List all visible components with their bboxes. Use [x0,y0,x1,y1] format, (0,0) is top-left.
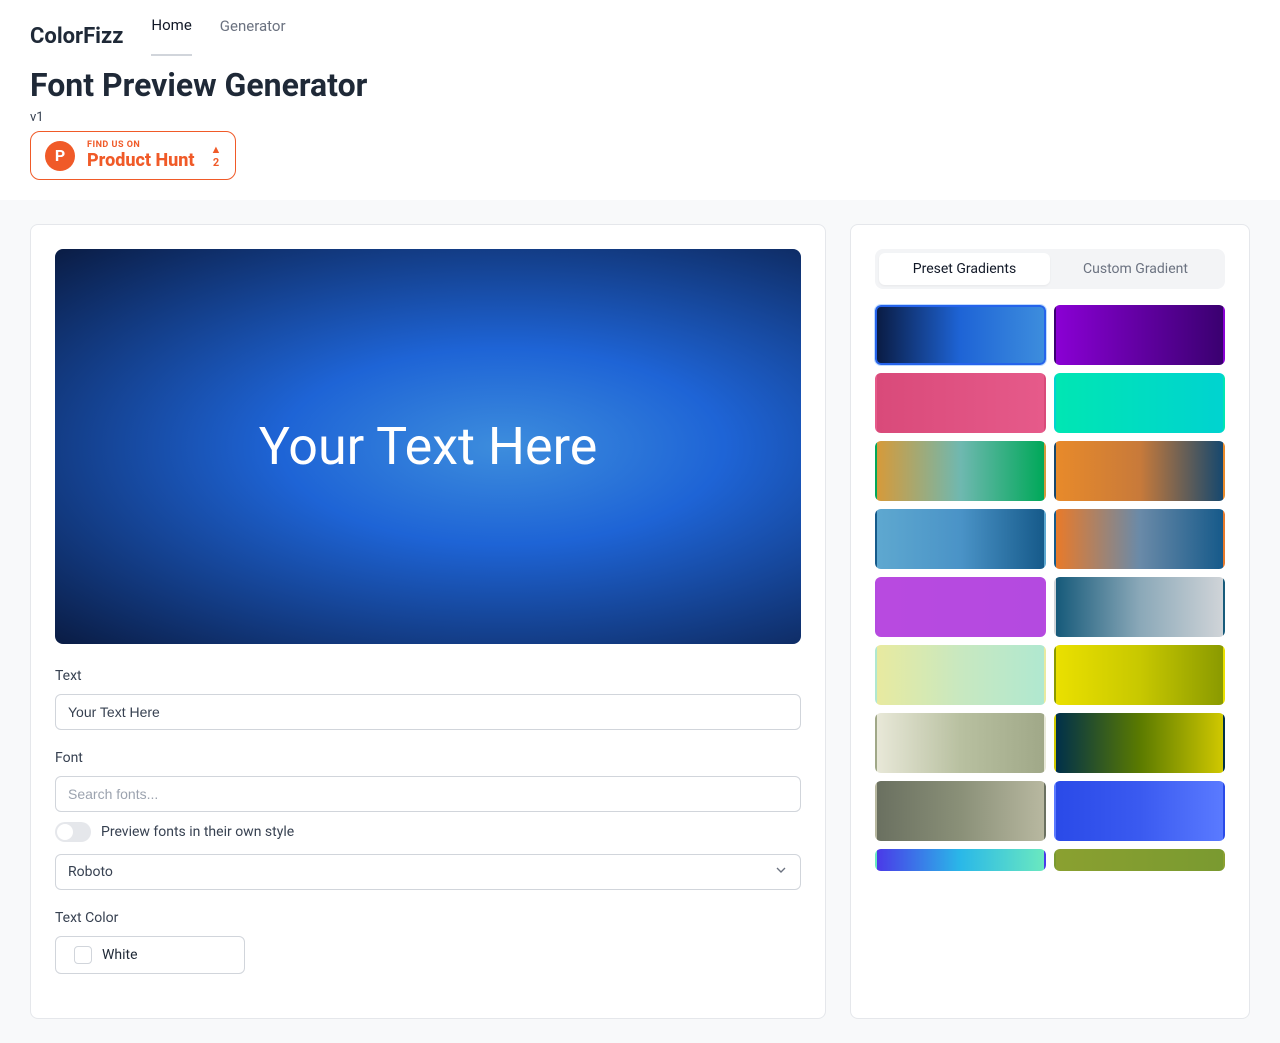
nav-generator[interactable]: Generator [220,17,286,55]
product-hunt-sub: FIND US ON [87,140,195,150]
preview-text: Your Text Here [259,416,598,477]
gradient-purple[interactable] [1054,305,1225,365]
text-label: Text [55,668,801,684]
text-color-value: White [102,947,138,963]
color-swatch [74,946,92,964]
version-label: v1 [30,110,1250,125]
gradient-violet[interactable] [875,577,1046,637]
gradient-deep-blue[interactable] [875,305,1046,365]
product-hunt-main: Product Hunt [87,150,195,171]
gradient-navy-yellow[interactable] [1054,713,1225,773]
font-label: Font [55,750,801,766]
text-input[interactable] [55,694,801,730]
gradient-panel: Preset Gradients Custom Gradient [850,224,1250,1019]
gradient-olive-grey[interactable] [875,781,1046,841]
gradient-teal[interactable] [1054,373,1225,433]
gradient-yellow-olive[interactable] [1054,645,1225,705]
product-hunt-count: 2 [213,156,219,169]
gradient-light-blue-navy[interactable] [875,509,1046,569]
gradient-blue-cyan-mint[interactable] [875,849,1046,871]
gradient-steel-grey[interactable] [1054,577,1225,637]
gradient-olive-green[interactable] [1054,849,1225,871]
nav-home[interactable]: Home [151,16,191,56]
triangle-up-icon: ▲ [211,143,222,156]
product-hunt-badge[interactable]: P FIND US ON Product Hunt ▲ 2 [30,131,236,180]
gradient-grid [875,305,1225,871]
gradient-orange-navy[interactable] [1054,441,1225,501]
preview-style-toggle-label: Preview fonts in their own style [101,824,294,840]
font-preview-canvas: Your Text Here [55,249,801,644]
text-color-label: Text Color [55,910,801,926]
page-title: Font Preview Generator [30,66,1250,104]
toggle-knob [57,824,73,840]
gradient-orange-blue[interactable] [1054,509,1225,569]
gradient-orange-green[interactable] [875,441,1046,501]
product-hunt-icon: P [45,141,75,171]
font-select[interactable]: Roboto [55,854,801,890]
preview-style-toggle[interactable] [55,822,91,842]
gradient-royal-blue[interactable] [1054,781,1225,841]
preview-card: Your Text Here Text Font Preview fonts i… [30,224,826,1019]
gradient-pink-rose[interactable] [875,373,1046,433]
tab-preset-gradients[interactable]: Preset Gradients [879,253,1050,285]
gradient-sage[interactable] [875,713,1046,773]
tab-custom-gradient[interactable]: Custom Gradient [1050,253,1221,285]
font-search-input[interactable] [55,776,801,812]
brand-logo[interactable]: ColorFizz [30,24,123,49]
gradient-pale-mint[interactable] [875,645,1046,705]
text-color-picker[interactable]: White [55,936,245,974]
